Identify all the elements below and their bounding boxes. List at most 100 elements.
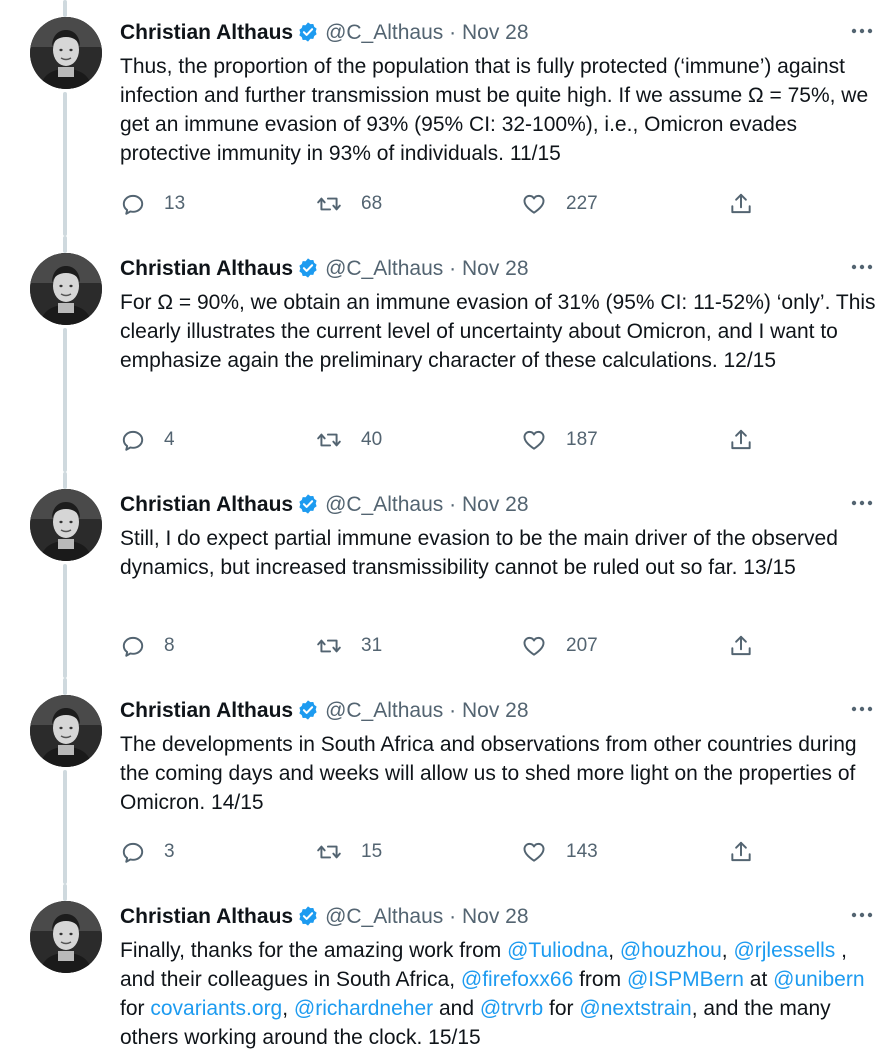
retweet-count: 40	[361, 429, 383, 450]
heart-icon	[520, 191, 548, 217]
mention-link[interactable]: @firefoxx66	[461, 968, 573, 991]
share-icon	[728, 427, 754, 453]
author-handle[interactable]: @C_Althaus	[325, 493, 443, 516]
avatar[interactable]	[30, 489, 102, 561]
like-button[interactable]: 207	[520, 631, 598, 661]
tweet-text-segment: for	[120, 997, 151, 1020]
like-count: 143	[566, 841, 598, 862]
author-handle[interactable]: @C_Althaus	[325, 257, 443, 280]
tweet-13[interactable]: Christian Althaus @C_Althaus · Nov 28 Sti…	[0, 472, 891, 678]
reply-icon	[120, 633, 146, 659]
heart-icon	[520, 633, 548, 659]
retweet-icon	[315, 633, 343, 659]
reply-button[interactable]: 8	[120, 631, 175, 661]
reply-button[interactable]: 13	[120, 189, 185, 219]
retweet-button[interactable]: 31	[315, 631, 382, 661]
reply-button[interactable]: 3	[120, 837, 175, 867]
tweet-text-segment: for	[543, 997, 580, 1020]
author-handle[interactable]: @C_Althaus	[325, 699, 443, 722]
tweet-header: Christian Althaus @C_Althaus · Nov 28	[120, 904, 529, 930]
like-button[interactable]: 187	[520, 425, 598, 455]
tweet-text: Thus, the proportion of the population t…	[120, 55, 869, 165]
retweet-button[interactable]: 40	[315, 425, 382, 455]
retweet-count: 31	[361, 635, 383, 656]
tweet-date[interactable]: Nov 28	[462, 699, 529, 722]
author-name[interactable]: Christian Althaus	[120, 257, 293, 280]
retweet-button[interactable]: 15	[315, 837, 382, 867]
tweet-15[interactable]: Christian Althaus @C_Althaus · Nov 28 Fin…	[0, 884, 891, 1061]
separator-dot: ·	[449, 905, 457, 928]
reply-icon	[120, 839, 146, 865]
thread-line	[63, 678, 67, 695]
retweet-button[interactable]: 68	[315, 189, 382, 219]
like-button[interactable]: 143	[520, 837, 598, 867]
author-name[interactable]: Christian Althaus	[120, 21, 293, 44]
tweet-text: The developments in South Africa and obs…	[120, 733, 857, 814]
tweet-14[interactable]: Christian Althaus @C_Althaus · Nov 28 The…	[0, 678, 891, 884]
tweet-text-segment: ,	[608, 939, 620, 962]
mention-link[interactable]: @ISPMBern	[627, 968, 744, 991]
mention-link[interactable]: covariants.org	[150, 997, 282, 1020]
more-icon[interactable]	[849, 492, 875, 514]
more-icon[interactable]	[849, 256, 875, 278]
like-button[interactable]: 227	[520, 189, 598, 219]
thread-line	[63, 236, 67, 253]
tweet-header: Christian Althaus @C_Althaus · Nov 28	[120, 698, 529, 724]
author-name[interactable]: Christian Althaus	[120, 493, 293, 516]
tweet-date[interactable]: Nov 28	[462, 257, 529, 280]
share-button[interactable]	[728, 189, 754, 219]
mention-link[interactable]: @rjlessells	[733, 939, 835, 962]
thread-line	[63, 92, 67, 236]
thread-line	[63, 0, 67, 17]
tweet-date[interactable]: Nov 28	[462, 21, 529, 44]
tweet-text-segment: ,	[721, 939, 734, 962]
mention-link[interactable]: @richardneher	[294, 997, 433, 1020]
tweet-thread: Christian Althaus @C_Althaus · Nov 28 Thu…	[0, 0, 891, 1061]
reply-count: 13	[164, 193, 186, 214]
more-icon[interactable]	[849, 698, 875, 720]
avatar[interactable]	[30, 253, 102, 325]
author-name[interactable]: Christian Althaus	[120, 699, 293, 722]
retweet-count: 15	[361, 841, 383, 862]
reply-count: 4	[164, 429, 175, 450]
mention-link[interactable]: @unibern	[773, 968, 864, 991]
retweet-count: 68	[361, 193, 383, 214]
author-name[interactable]: Christian Althaus	[120, 905, 293, 928]
tweet-12[interactable]: Christian Althaus @C_Althaus · Nov 28 For…	[0, 236, 891, 472]
retweet-icon	[315, 839, 343, 865]
author-handle[interactable]: @C_Althaus	[325, 21, 443, 44]
mention-link[interactable]: @nextstrain	[579, 997, 691, 1020]
avatar[interactable]	[30, 901, 102, 973]
tweet-11[interactable]: Christian Althaus @C_Althaus · Nov 28 Thu…	[0, 0, 891, 236]
more-icon[interactable]	[849, 904, 875, 926]
thread-line	[63, 770, 67, 884]
tweet-actions: 4 40 187	[120, 425, 760, 455]
mention-link[interactable]: @trvrb	[480, 997, 543, 1020]
tweet-actions: 8 31 207	[120, 631, 760, 661]
tweet-text: For Ω = 90%, we obtain an immune evasion…	[120, 291, 876, 372]
share-button[interactable]	[728, 631, 754, 661]
tweet-text-segment: ,	[282, 997, 294, 1020]
retweet-icon	[315, 427, 343, 453]
author-handle[interactable]: @C_Althaus	[325, 905, 443, 928]
reply-icon	[120, 427, 146, 453]
tweet-actions: 13 68 227	[120, 189, 760, 219]
mention-link[interactable]: @Tuliodna	[507, 939, 608, 962]
thread-line	[63, 472, 67, 489]
tweet-actions: 3 15 143	[120, 837, 760, 867]
tweet-date[interactable]: Nov 28	[462, 493, 529, 516]
mention-link[interactable]: @houzhou	[620, 939, 722, 962]
share-button[interactable]	[728, 425, 754, 455]
avatar[interactable]	[30, 17, 102, 89]
avatar[interactable]	[30, 695, 102, 767]
tweet-date[interactable]: Nov 28	[462, 905, 529, 928]
tweet-text-segment: Finally, thanks for the amazing work fro…	[120, 939, 508, 962]
tweet-text: Finally, thanks for the amazing work fro…	[120, 936, 880, 1052]
more-icon[interactable]	[849, 20, 875, 42]
tweet-header: Christian Althaus @C_Althaus · Nov 28	[120, 492, 529, 518]
tweet-header: Christian Althaus @C_Althaus · Nov 28	[120, 256, 529, 282]
share-icon	[728, 839, 754, 865]
reply-button[interactable]: 4	[120, 425, 175, 455]
verified-badge-icon	[297, 21, 319, 43]
share-button[interactable]	[728, 837, 754, 867]
